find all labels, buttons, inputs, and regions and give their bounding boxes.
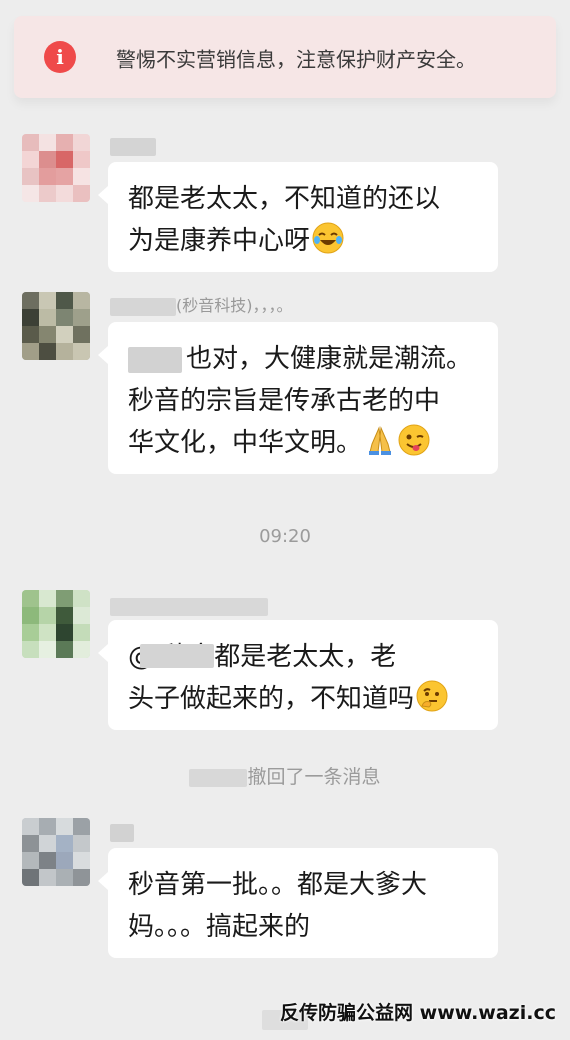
alert-icon: i [44, 41, 76, 73]
avatar[interactable] [22, 292, 90, 360]
avatar[interactable] [22, 818, 90, 886]
message-line: 华文化，中华文明。 [128, 428, 363, 458]
avatar[interactable] [22, 590, 90, 658]
message-line: 都是老太太，不知道的还以 [128, 184, 441, 214]
message-line: 秒音的宗旨是传承古老的中 [128, 386, 441, 416]
blurred-mention [140, 644, 214, 668]
message-bubble[interactable]: @ 秒音都是老太太，老 头子做起来的，不知道吗 [98, 620, 498, 730]
timestamp: 09:20 [259, 526, 311, 547]
message-line: 头子做起来的，不知道吗 [128, 684, 415, 714]
blurred-mention [128, 346, 182, 373]
laughing-crying-emoji [312, 222, 344, 254]
message-bubble[interactable]: 都是老太太，不知道的还以 为是康养中心呀 [98, 162, 498, 272]
sender-name: (秒音科技)，，，。 [110, 294, 293, 318]
recall-notice-text: 撤回了一条消息 [247, 766, 381, 788]
recall-notice: 撤回了一条消息 [0, 762, 570, 789]
message-line: 妈。。。搞起来的 [128, 912, 311, 942]
avatar[interactable] [22, 134, 90, 202]
warning-text: 警惕不实营销信息，注意保护财产安全。 [116, 47, 476, 72]
praying-hands-emoji [369, 426, 392, 455]
sender-name [110, 134, 156, 158]
thinking-emoji [416, 680, 448, 712]
message-line: 也对，大健康就是潮流。 [186, 344, 473, 374]
sender-name [110, 594, 268, 618]
fraud-warning-banner: i 警惕不实营销信息，注意保护财产安全。 [14, 16, 556, 98]
sender-name [110, 820, 134, 844]
message-line: 秒音第一批。。都是大爹大 [128, 870, 428, 900]
site-watermark: 反传防骗公益网 www.wazi.cc [280, 1002, 556, 1024]
message-bubble[interactable]: 也对，大健康就是潮流。 秒音的宗旨是传承古老的中 华文化，中华文明。 [98, 322, 498, 474]
message-line: 为是康养中心呀 [128, 226, 311, 256]
sender-name-visible: (秒音科技)，，，。 [176, 296, 293, 315]
winking-tongue-emoji [398, 424, 430, 456]
message-bubble[interactable]: 秒音第一批。。都是大爹大 妈。。。搞起来的 [98, 848, 498, 958]
